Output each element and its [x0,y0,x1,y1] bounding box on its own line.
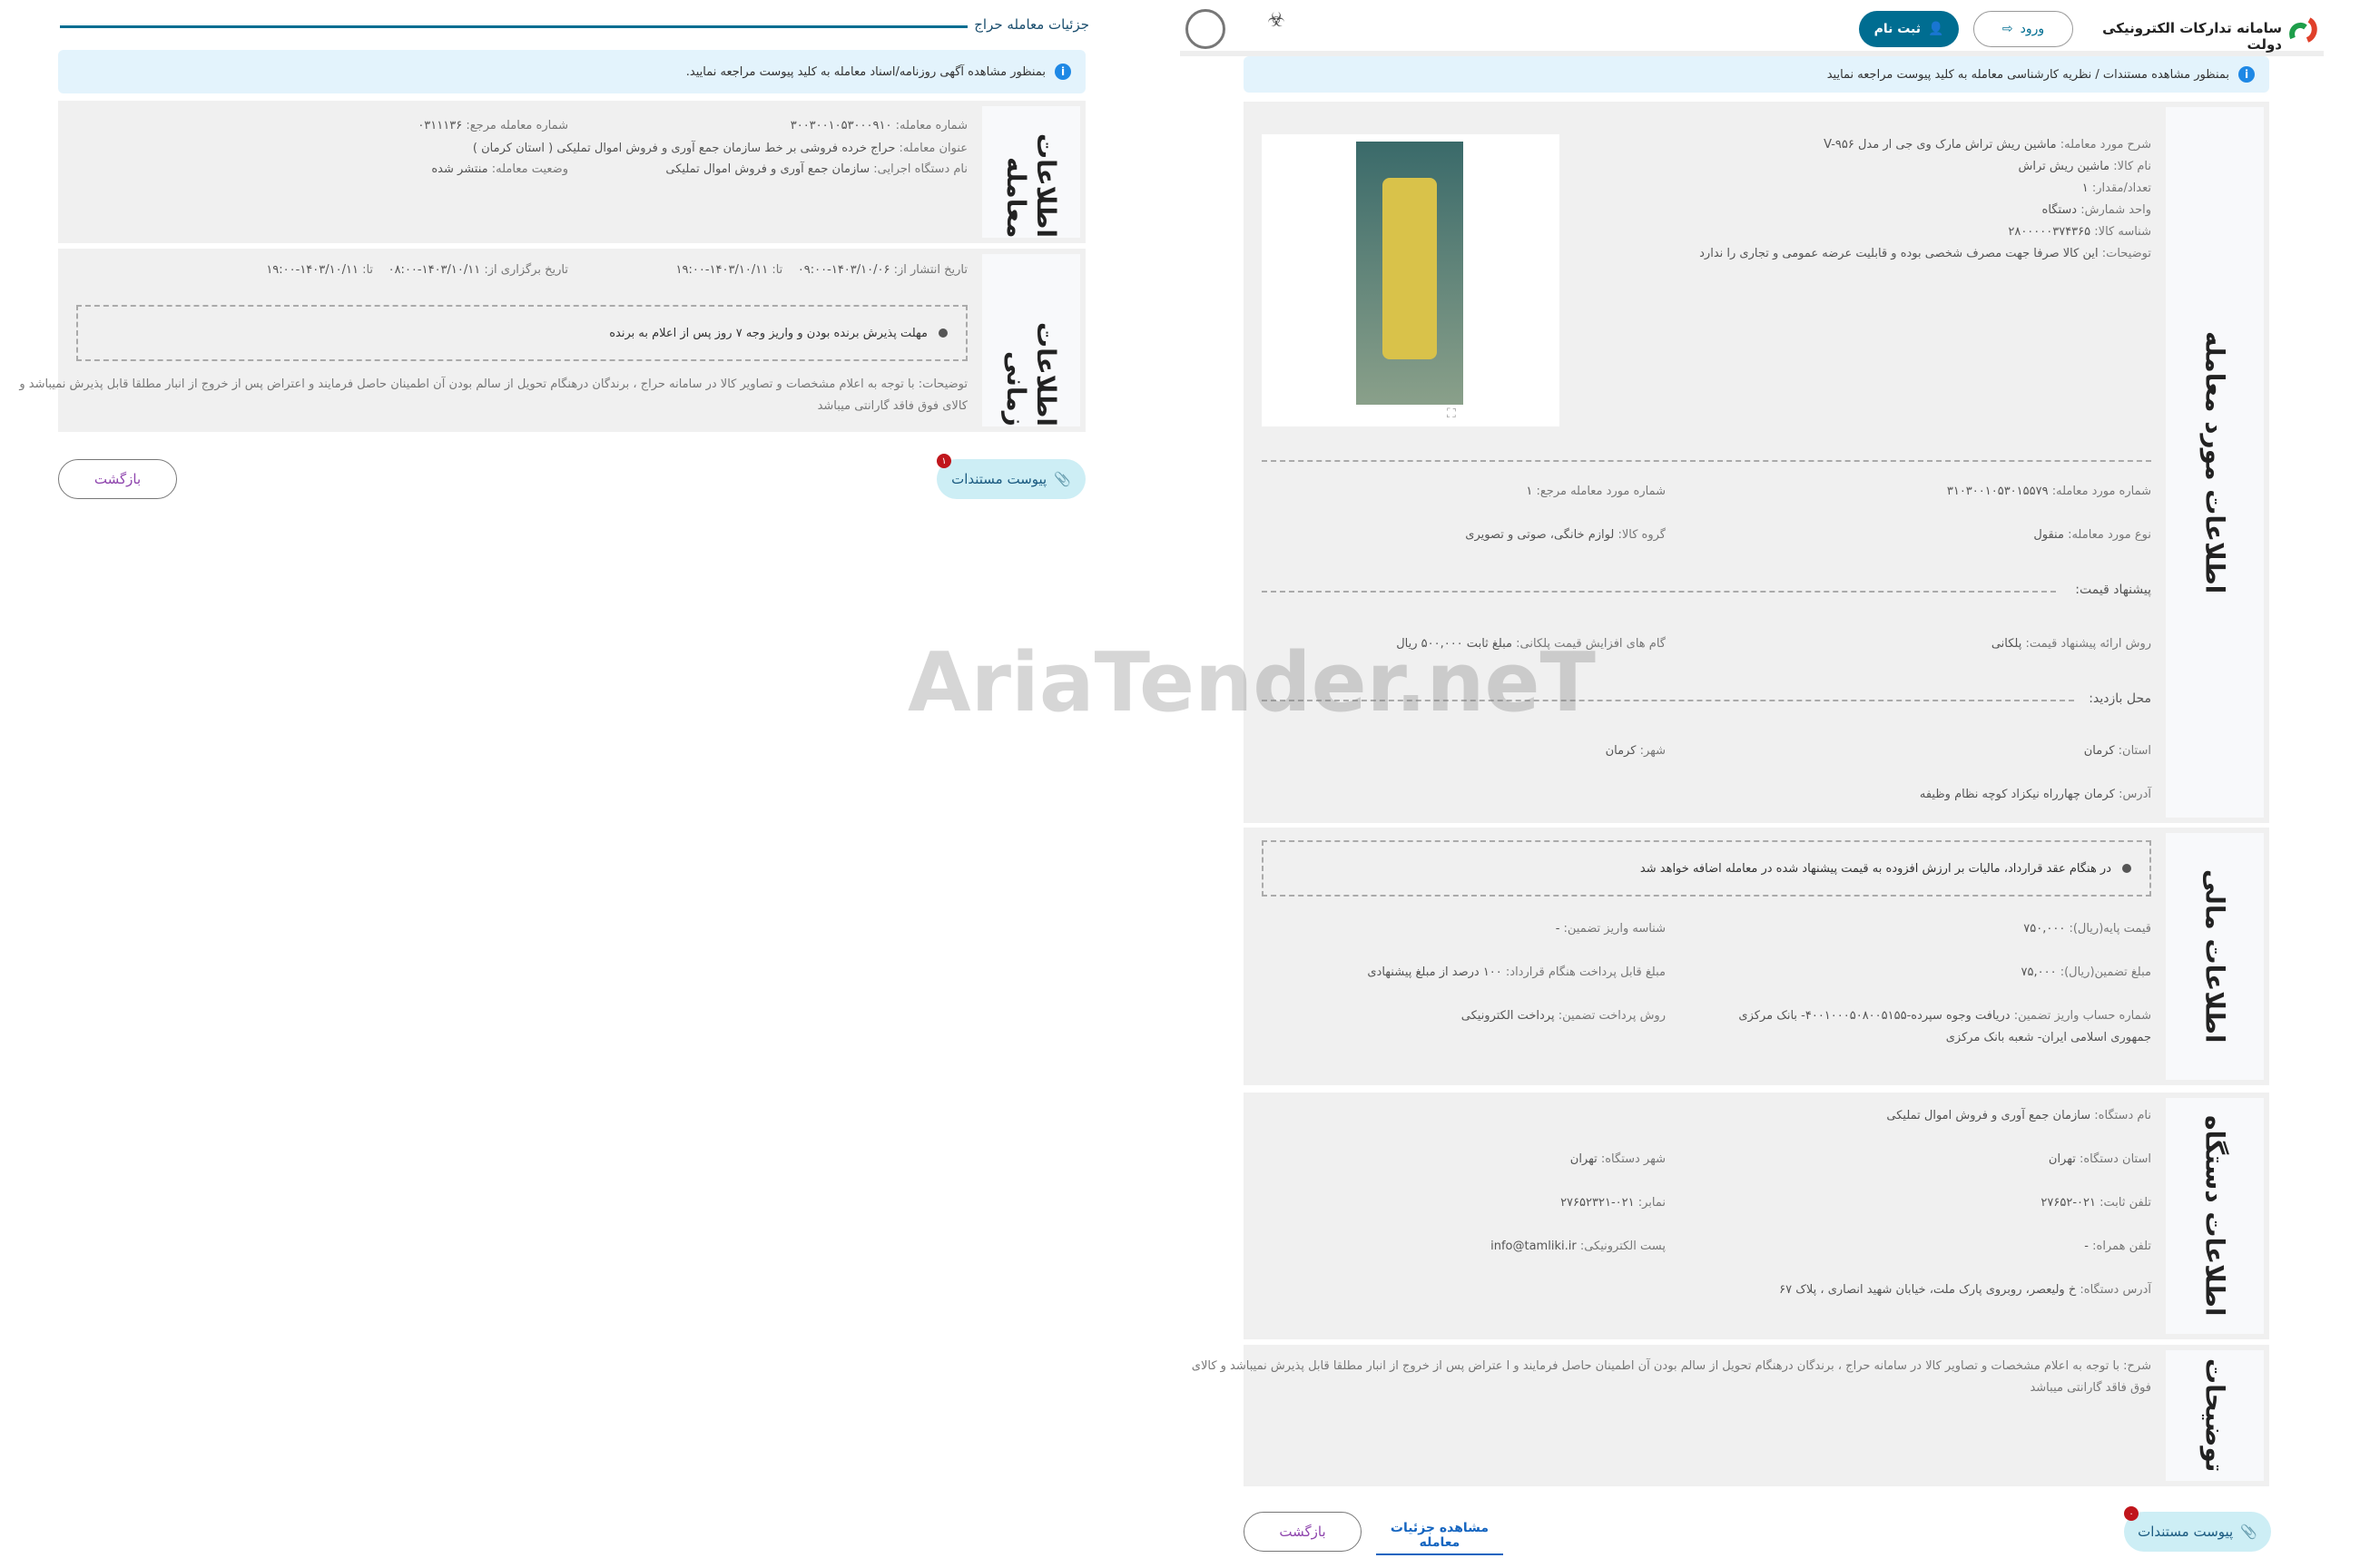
price-heading: پیشنهاد قیمت: [2070,583,2151,597]
info-icon: i [2238,66,2255,83]
right-info-banner: i بمنظور مشاهده مستندات / نظریه کارشناسی… [1244,56,2269,93]
field-phone: تلفن ثابت: ۰۲۱-۲۷۶۵۲ [2040,1196,2151,1210]
org-info-section: اطلاعات دستگاه نام دستگاه: سازمان جمع آو… [1244,1093,2269,1339]
info-icon: i [1055,64,1071,80]
section-label: اطلاعات مالی [2166,833,2264,1080]
field-item-number: شماره مورد معامله: ۳۱۰۳۰۰۱۰۵۳۰۱۵۵۷۹ [1946,485,2151,498]
back-button[interactable]: بازگشت [58,459,177,499]
field-address: آدرس: کرمان چهارراه نیکزاد کوچه نظام وظی… [1919,788,2151,801]
description-section: توضیحات شرح: با توجه به اعلام مشخصات و ت… [1192,1345,2269,1486]
field-guarantee: مبلغ تضمین(ریال): ۷۵,۰۰۰ [2021,965,2151,979]
back-button[interactable]: بازگشت [1244,1512,1362,1552]
paperclip-icon: 📎 [1054,471,1071,487]
field-item-ref: شماره مورد معامله مرجع: ۱ [1526,485,1666,498]
field-city: شهر: کرمان [1605,744,1666,758]
attachments-button[interactable]: 📎 پیوست مستندات ۱ [937,454,1086,499]
time-info-section: اطلاعات زمانی تاریخ انتشار از: ۱۴۰۳/۱۰/۰… [19,249,1086,432]
login-button[interactable]: ورود ⇨ [1973,11,2073,47]
section-label: اطلاعات زمانی [982,254,1080,426]
field-item-group: گروه کالا: لوازم خانگی، صوتی و تصویری [1465,528,1666,542]
field-item-id: شناسه کالا: ۲۸۰۰۰۰۰۳۷۴۳۶۵ [2008,225,2151,239]
field-item-type: نوع مورد معامله: منقول [2033,528,2151,542]
field-ref-number: شماره معامله مرجع: ۰۳۱۱۱۳۶ [418,119,568,132]
bullet-icon [2122,864,2131,873]
expand-icon[interactable]: ⛶ [1447,407,1456,421]
attachment-count-badge: ۰ [2124,1506,2139,1521]
field-unit: واحد شمارش: دستگاه [2041,203,2151,217]
notice-box: مهلت پذیرش برنده بودن و واریز وجه ۷ روز … [76,305,968,361]
field-deal-number: شماره معامله: ۳۰۰۳۰۰۱۰۵۳۰۰۰۹۱۰ [790,119,968,132]
visit-heading: محل بازدید: [2083,691,2151,706]
description-line: کالای فوق فاقد گارانتی میباشد [817,399,968,413]
finance-info-section: اطلاعات مالی در هنگام عقد قرارداد، مالیا… [1244,828,2269,1085]
bullet-icon [939,328,948,338]
field-fax: نمابر: ۰۲۱-۲۷۶۵۲۳۲۱ [1560,1196,1666,1210]
description-line: توضیحات: با توجه به اعلام مشخصات و تصاوی… [19,377,968,391]
field-mobile: تلفن همراه: - [2084,1240,2151,1253]
section-label: اطلاعات مورد معامله [2166,107,2264,818]
field-province: استان: کرمان [2083,744,2151,758]
field-org-city: شهر دستگاه: تهران [1569,1152,1666,1166]
field-payable: مبلغ قابل پرداخت هنگام قرارداد: ۱۰۰ درصد… [1367,965,1666,979]
field-quantity: تعداد/مقدار: ۱ [2081,181,2151,195]
field-deposit-id: شناسه واریز تضمین: - [1555,922,1666,936]
tax-notice-box: در هنگام عقد قرارداد، مالیات بر ارزش افز… [1262,840,2151,897]
site-title: سامانه تدارکات الکترونیکی دولت [2102,20,2282,53]
section-label: توضیحات [2166,1350,2264,1481]
field-org-name: نام دستگاه: سازمان جمع آوری و فروش اموال… [1886,1109,2151,1122]
field-pay-method: روش پرداخت تضمین: پرداخت الکترونیکی [1460,1009,1666,1023]
field-org-address: آدرس دستگاه: خ ولیعصر، روبروی پارک ملت، … [1779,1283,2151,1297]
paperclip-icon: 📎 [2240,1524,2257,1540]
field-base-price: قیمت پایه(ریال): ۷۵۰,۰۰۰ [2023,922,2151,936]
field-org-province: استان دستگاه: تهران [2048,1152,2151,1166]
field-deal-title: عنوان معامله: حراج خرده فروشی بر خط سازم… [472,142,968,155]
section-label: اطلاعات معامله [982,106,1080,238]
field-org: نام دستگاه اجرایی: سازمان جمع آوری و فرو… [665,162,968,176]
attachment-count-badge: ۱ [937,454,951,468]
banner-text: بمنظور مشاهده آگهی روزنامه/اسناد معامله … [685,64,1046,79]
deal-info-section: اطلاعات معامله شماره معامله: ۳۰۰۳۰۰۱۰۵۳۰… [58,101,1086,243]
org-logo [1185,9,1225,49]
site-logo[interactable] [2287,13,2320,45]
field-item-desc: شرح مورد معامله: ماشین ریش تراش مارک وی … [1824,138,2151,152]
view-deal-details-link[interactable]: مشاهده جزئیات معامله [1376,1521,1503,1555]
field-account: شماره حساب واریز تضمین: دریافت وجوه سپرد… [1738,1009,2151,1023]
section-label: اطلاعات دستگاه [2166,1098,2264,1334]
field-price-method: روش ارائه پیشنهاد قیمت: پلکانی [1991,637,2151,651]
field-status: وضعیت معامله: منتشر شده [431,162,568,176]
field-email: پست الکترونیکی: info@tamliki.ir [1490,1240,1666,1253]
field-publish-date: تاریخ انتشار از: ۱۴۰۳/۱۰/۰۶-۰۹:۰۰ تا: ۱۴… [675,263,968,277]
attachments-button[interactable]: 📎 پیوست مستندات ۰ [2124,1506,2271,1552]
left-info-banner: i بمنظور مشاهده آگهی روزنامه/اسناد معامل… [58,50,1086,93]
title-underline [60,25,968,28]
watermark: AriaTender.neT [908,635,1596,730]
iran-emblem-logo: ☣ [1267,9,1285,32]
field-hold-date: تاریخ برگزاری از: ۱۴۰۳/۱۰/۱۱-۰۸:۰۰ تا: ۱… [266,263,568,277]
product-image[interactable]: ⛶ [1262,134,1559,426]
description-line: فوق فاقد گارانتی میباشد [2030,1381,2151,1395]
login-icon: ⇨ [2001,22,2013,36]
field-item-name: نام کالا: ماشین ریش تراش [2018,160,2151,173]
field-account-cont: جمهوری اسلامی ایران- شعبه بانک مرکزی [1945,1031,2151,1044]
register-button[interactable]: 👤 ثبت نام [1859,11,1959,47]
description-line: شرح: با توجه به اعلام مشخصات و تصاویر کا… [1191,1359,2151,1373]
add-user-icon: 👤 [1928,22,1944,36]
left-page-title: جزئیات معامله حراج [974,16,1089,33]
field-item-notes: توضیحات: این کالا صرفا جهت مصرف شخصی بود… [1699,247,2151,260]
